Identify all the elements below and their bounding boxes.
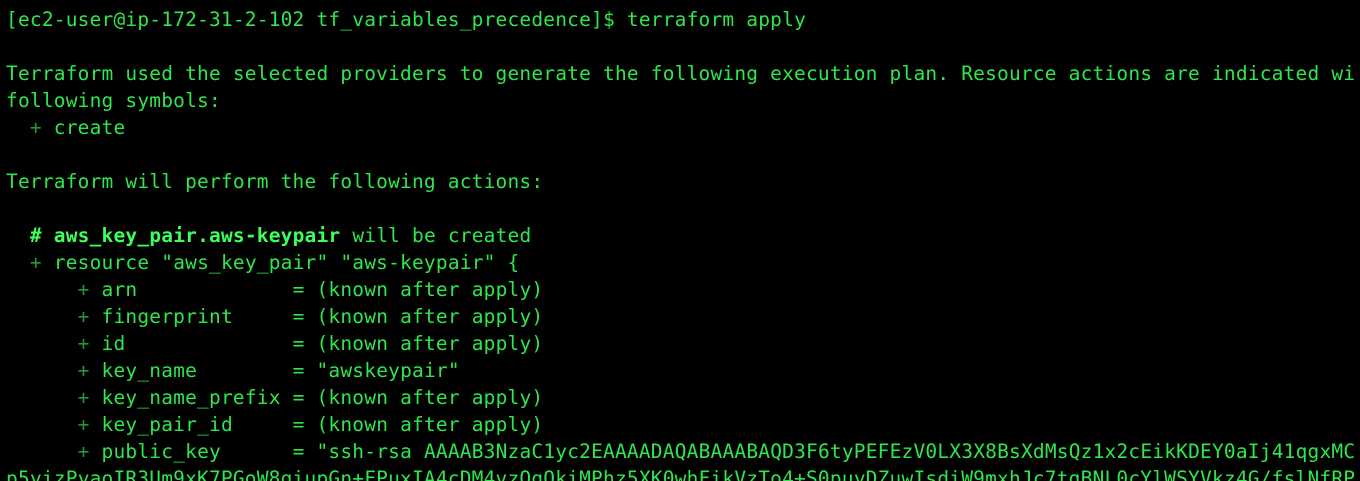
create-label: create: [53, 116, 126, 139]
plus-symbol: +: [77, 332, 90, 355]
attribute-line: + id = (known after apply): [6, 330, 544, 357]
plus-symbol: +: [77, 386, 90, 409]
plus-symbol: +: [77, 413, 90, 436]
comment-hash: #: [29, 224, 42, 247]
attribute-name: fingerprint: [101, 305, 281, 328]
plus-symbol: +: [29, 116, 42, 139]
attribute-line: + key_name_prefix = (known after apply): [6, 384, 544, 411]
attribute-value: = "awskeypair": [292, 359, 460, 382]
attribute-name: public_key: [101, 440, 281, 463]
actions-header: Terraform will perform the following act…: [6, 170, 544, 193]
resource-address: aws_key_pair.aws-keypair: [53, 224, 341, 247]
attribute-line: + fingerprint = (known after apply): [6, 303, 544, 330]
attribute-name: id: [101, 332, 281, 355]
plus-symbol: +: [77, 305, 90, 328]
attribute-value: = (known after apply): [292, 278, 544, 301]
plus-symbol: +: [77, 359, 90, 382]
attribute-line: + key_pair_id = (known after apply): [6, 411, 544, 438]
plus-symbol: +: [29, 251, 42, 274]
attribute-line: + key_name = "awskeypair": [6, 357, 460, 384]
attribute-value: = (known after apply): [292, 413, 544, 436]
resource-declaration: resource "aws_key_pair" "aws-keypair" {: [53, 251, 520, 274]
attribute-value: = (known after apply): [292, 305, 544, 328]
command-line: [ec2-user@ip-172-31-2-102 tf_variables_p…: [6, 6, 806, 33]
plus-symbol: +: [77, 440, 90, 463]
attribute-name: key_name: [101, 359, 281, 382]
terminal-window[interactable]: [ec2-user@ip-172-31-2-102 tf_variables_p…: [0, 0, 1360, 481]
plus-symbol: +: [77, 278, 90, 301]
attribute-line: + public_key = "ssh-rsa AAAAB3NzaC1yc2EA…: [6, 438, 1355, 465]
plan-intro-line-2: following symbols:: [6, 89, 221, 112]
plan-intro-line-1: Terraform used the selected providers to…: [6, 62, 1356, 85]
attribute-name: key_pair_id: [101, 413, 281, 436]
attribute-value: = (known after apply): [292, 386, 544, 409]
resource-block-open: + resource "aws_key_pair" "aws-keypair" …: [6, 249, 519, 276]
attribute-line: + arn = (known after apply): [6, 276, 544, 303]
shell-prompt: [ec2-user@ip-172-31-2-102 tf_variables_p…: [6, 8, 615, 31]
resource-comment: # aws_key_pair.aws-keypair will be creat…: [6, 222, 531, 249]
command-text: terraform apply: [626, 8, 807, 31]
resource-comment-suffix: will be created: [352, 224, 532, 247]
wrapped-key-line: p5yizPyaoIR3Um9xK7PGoW8giupGn+FPuxIA4cDM…: [6, 467, 1356, 481]
attribute-name: arn: [101, 278, 281, 301]
attribute-value: = "ssh-rsa AAAAB3NzaC1yc2EAAAADAQABAAABA…: [292, 440, 1356, 463]
symbol-legend-create: + create: [6, 114, 125, 141]
attribute-name: key_name_prefix: [101, 386, 281, 409]
attribute-value: = (known after apply): [292, 332, 544, 355]
